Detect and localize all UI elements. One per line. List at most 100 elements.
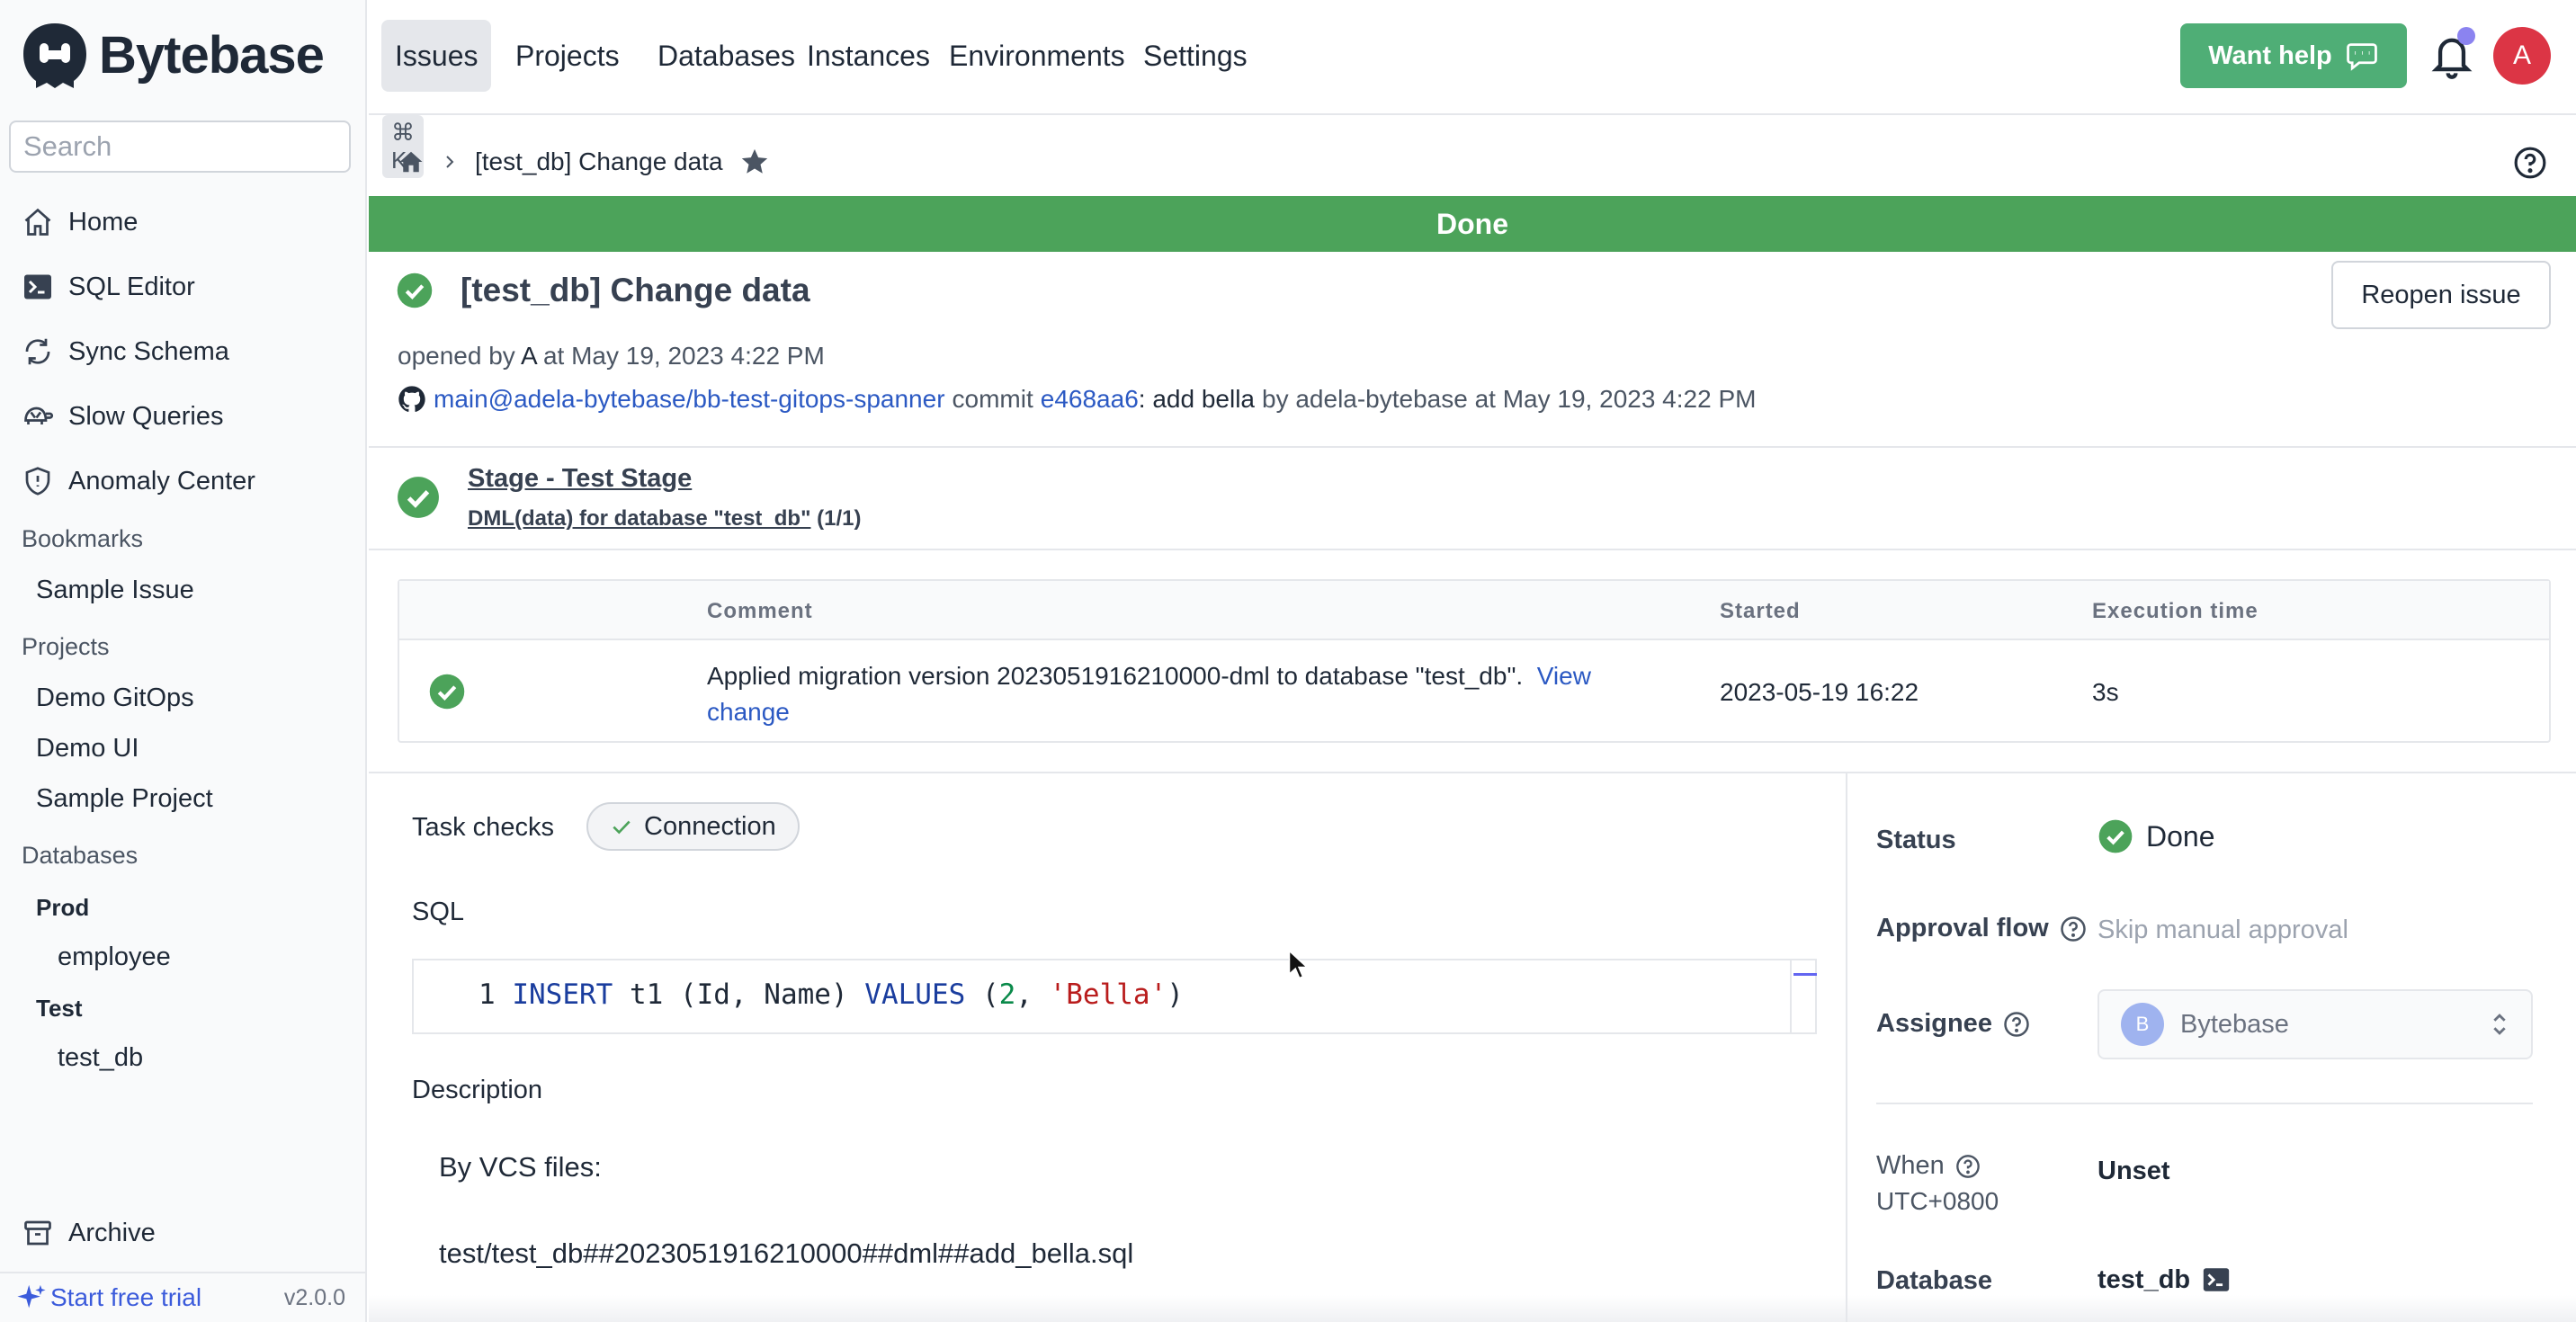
- chevron-up-down-icon: [2493, 1014, 2506, 1035]
- start-trial-label: Start free trial: [50, 1283, 202, 1311]
- databases-heading: Databases: [22, 842, 139, 869]
- status-label-text: Status: [1876, 826, 1956, 854]
- tab-projects[interactable]: Projects: [502, 20, 633, 92]
- chat-icon: [2346, 43, 2377, 71]
- sync-icon: [25, 338, 50, 365]
- chevron-right-icon: [446, 156, 454, 168]
- panel-divider: [1846, 773, 1847, 1322]
- start-trial-link[interactable]: Start free trial: [16, 1282, 201, 1313]
- app-logo[interactable]: Bytebase: [20, 20, 325, 90]
- tab-issues[interactable]: Issues: [381, 20, 492, 92]
- want-help-button[interactable]: Want help: [2180, 23, 2407, 88]
- assignee-label-text: Assignee: [1876, 1009, 1992, 1038]
- database-item[interactable]: test_db: [58, 1043, 143, 1073]
- sidebar-item-slow-queries[interactable]: Slow Queries: [22, 394, 354, 439]
- help-circle-icon[interactable]: [2060, 916, 2087, 942]
- view-change-link-cont[interactable]: change: [707, 698, 790, 726]
- sql-token-text: (: [965, 978, 999, 1011]
- database-item[interactable]: employee: [58, 942, 171, 972]
- sql-token-keyword: INSERT: [512, 978, 613, 1011]
- terminal-icon[interactable]: [2201, 1264, 2232, 1295]
- breadcrumb: [test_db] Change data: [398, 144, 770, 180]
- when-label: When: [1876, 1151, 1981, 1181]
- sql-editor[interactable]: 1 INSERT t1 (Id, Name) VALUES (2, 'Bella…: [412, 959, 1817, 1034]
- help-circle-icon[interactable]: [1955, 1154, 1981, 1179]
- database-value-text: test_db: [2097, 1264, 2191, 1294]
- description-label: Description: [412, 1076, 543, 1104]
- sql-line-number: 1: [479, 978, 496, 1011]
- home-icon: [24, 208, 51, 236]
- sidebar-item-archive[interactable]: Archive: [22, 1210, 354, 1255]
- sidebar-item-sync-schema[interactable]: Sync Schema: [22, 329, 354, 374]
- description-file: test/test_db##2023051916210000##dml##add…: [439, 1237, 1134, 1269]
- repo-link[interactable]: main@adela-bytebase/bb-test-gitops-spann…: [434, 385, 945, 414]
- status-banner: Done: [369, 196, 2576, 252]
- search-box[interactable]: ⌘ K: [9, 115, 424, 178]
- sidebar-item-anomaly-center[interactable]: Anomaly Center: [22, 459, 354, 504]
- run-comment-text: Applied migration version 20230519162100…: [707, 662, 1524, 690]
- stage-title-link[interactable]: Stage - Test Stage: [468, 464, 862, 494]
- when-label-text: When: [1876, 1151, 1945, 1180]
- database-value[interactable]: test_db: [2097, 1264, 2232, 1295]
- divider: [369, 549, 2576, 550]
- star-icon[interactable]: [739, 147, 770, 177]
- task-link[interactable]: DML(data) for database "test_db": [468, 506, 810, 531]
- sidebar-item-label: Archive: [68, 1218, 156, 1247]
- sidebar: Bytebase ⌘ K Home SQL Editor Sync Schema…: [0, 0, 424, 1322]
- connection-check-pill[interactable]: Connection: [586, 802, 800, 851]
- project-item[interactable]: Sample Project: [36, 784, 213, 814]
- run-started: 2023-05-19 16:22: [1720, 678, 1919, 706]
- database-label-text: Database: [1876, 1266, 1992, 1295]
- environment-label: Prod: [36, 894, 90, 921]
- view-change-link[interactable]: View: [1537, 662, 1591, 690]
- reopen-issue-button[interactable]: Reopen issue: [2331, 261, 2551, 329]
- sidebar-item-label: Home: [68, 207, 139, 237]
- assignee-avatar: B: [2121, 1003, 2164, 1046]
- scrollbar-marker: [1793, 973, 1817, 976]
- connection-check-label: Connection: [644, 811, 776, 841]
- tab-settings[interactable]: Settings: [1130, 20, 1261, 92]
- turtle-icon: [24, 406, 54, 424]
- editor-scrollbar[interactable]: [1790, 960, 1792, 1032]
- sql-token-keyword: VALUES: [864, 978, 966, 1011]
- projects-heading: Projects: [22, 633, 110, 660]
- column-header-started: Started: [1720, 599, 1801, 623]
- status-label: Status: [1876, 826, 1956, 855]
- database-label: Database: [1876, 1266, 1992, 1296]
- status-value: Done: [2097, 818, 2215, 854]
- home-icon[interactable]: [398, 148, 425, 175]
- user-avatar[interactable]: A: [2493, 27, 2551, 85]
- commit-hash-link[interactable]: e468aa6: [1041, 385, 1139, 413]
- approval-flow-label: Approval flow: [1876, 914, 2087, 943]
- divider: [369, 446, 2576, 448]
- mouse-cursor-icon: [1288, 950, 1309, 979]
- sidebar-item-home[interactable]: Home: [22, 200, 354, 245]
- bookmarks-heading: Bookmarks: [22, 525, 144, 552]
- sql-token-string: 'Bella': [1049, 978, 1167, 1011]
- assignee-select[interactable]: B Bytebase: [2097, 989, 2533, 1059]
- help-circle-icon[interactable]: [2003, 1011, 2030, 1038]
- check-circle-icon: [397, 272, 433, 308]
- tab-instances[interactable]: Instances: [793, 20, 944, 92]
- opened-by-user[interactable]: A: [521, 342, 536, 370]
- sql-token-number: 2: [998, 978, 1016, 1011]
- sidebar-item-label: SQL Editor: [68, 272, 195, 301]
- run-execution-time: 3s: [2092, 678, 2119, 706]
- project-item[interactable]: Demo UI: [36, 734, 139, 764]
- sidebar-item-sql-editor[interactable]: SQL Editor: [22, 264, 354, 309]
- issue-title[interactable]: [test_db] Change data: [461, 272, 810, 309]
- terminal-icon: [24, 274, 51, 299]
- tab-databases[interactable]: Databases: [644, 20, 809, 92]
- opened-prefix: opened by: [398, 342, 515, 370]
- help-circle-icon[interactable]: [2513, 146, 2547, 180]
- tab-environments[interactable]: Environments: [935, 20, 1139, 92]
- issue-title-row: [test_db] Change data: [396, 272, 810, 309]
- opened-at: at May 19, 2023 4:22 PM: [542, 342, 825, 370]
- when-value[interactable]: Unset: [2097, 1157, 2170, 1186]
- sql-code-line: 1 INSERT t1 (Id, Name) VALUES (2, 'Bella…: [479, 978, 1184, 1011]
- search-input[interactable]: [23, 130, 382, 163]
- project-item[interactable]: Demo GitOps: [36, 683, 194, 713]
- bookmark-item[interactable]: Sample Issue: [36, 576, 194, 605]
- status-value-text: Done: [2146, 819, 2215, 853]
- stage-task-info: DML(data) for database "test_db" (1/1): [468, 506, 862, 531]
